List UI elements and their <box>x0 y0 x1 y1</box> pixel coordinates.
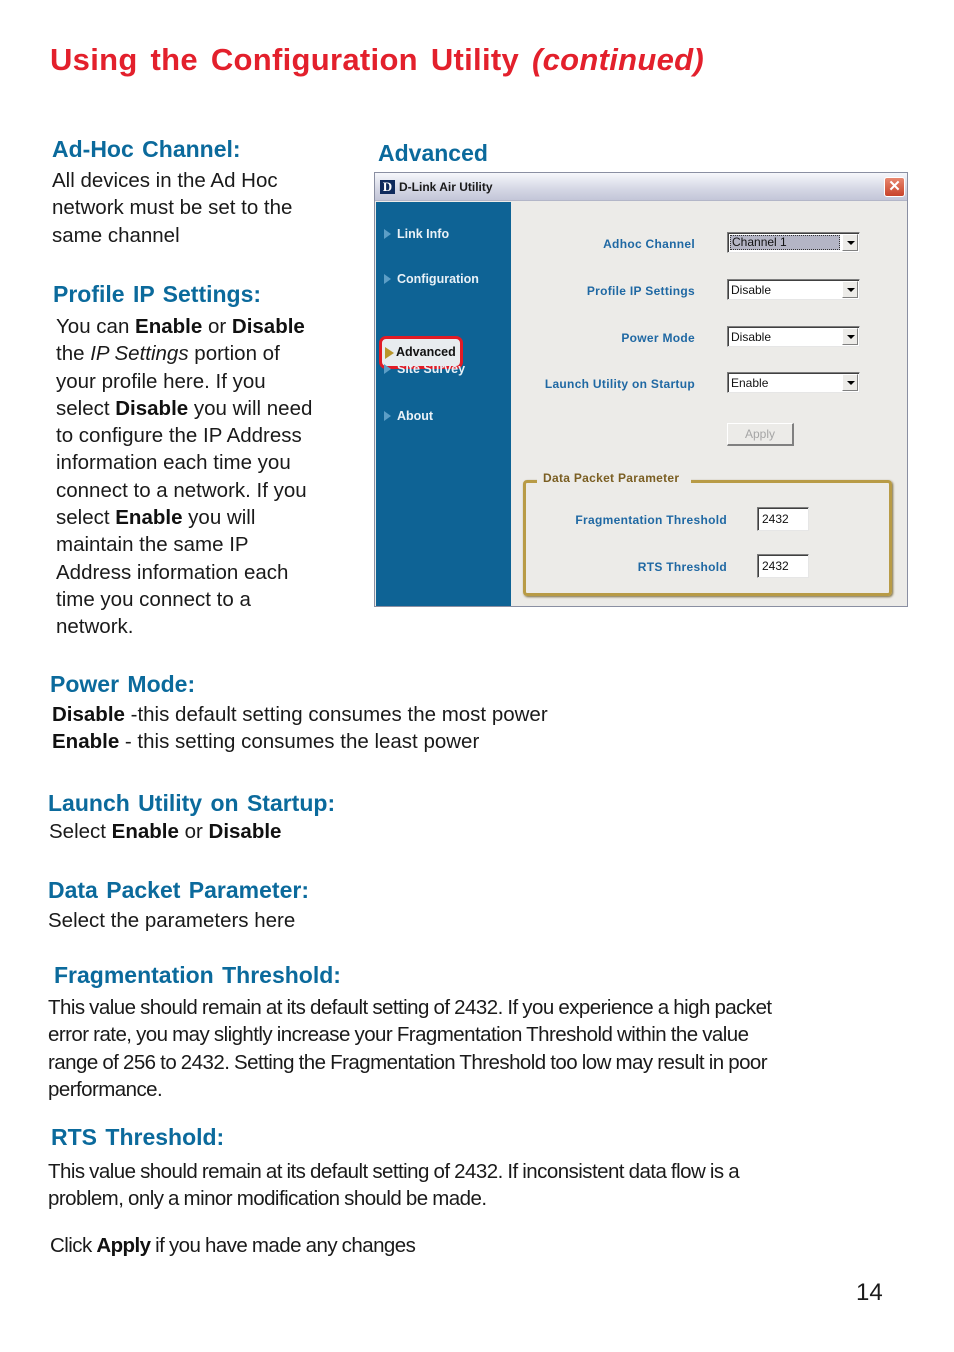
profile-ip-label: Profile IP Settings <box>586 284 695 298</box>
chevron-down-icon[interactable] <box>842 328 858 345</box>
text-line: your profile here. If you <box>56 369 266 393</box>
rts-input[interactable]: 2432 <box>757 554 809 578</box>
profile-ip-select[interactable]: Disable <box>727 279 860 300</box>
text-line: error rate, you may slightly increase yo… <box>48 1023 749 1047</box>
text-line: Address information each <box>56 560 289 584</box>
chevron-down-icon[interactable] <box>842 234 858 251</box>
data-packet-heading: Data Packet Parameter: <box>48 877 309 903</box>
text-line: select Enable you will <box>56 506 256 530</box>
select-value: Enable <box>731 376 769 390</box>
sidebar-item-site-survey[interactable]: Site Survey <box>384 362 465 376</box>
sidebar-item-label: Configuration <box>397 272 479 286</box>
adhoc-channel-label: Adhoc Channel <box>603 237 695 251</box>
triangle-right-icon <box>384 274 391 284</box>
page-number: 14 <box>856 1279 883 1306</box>
sidebar: Link Info Configuration Advanced Site Su… <box>376 202 511 606</box>
page-title: Using the Configuration Utility (continu… <box>50 42 704 78</box>
fragmentation-heading: Fragmentation Threshold: <box>54 962 341 988</box>
launch-startup-label: Launch Utility on Startup <box>544 377 695 391</box>
text-line: You can Enable or Disable <box>56 315 305 338</box>
adhoc-channel-select[interactable]: Channel 1 <box>727 232 860 253</box>
data-packet-group-title: Data Packet Parameter <box>537 471 692 485</box>
window-titlebar: D D-Link Air Utility ✕ <box>375 173 907 201</box>
text-line: time you connect to a <box>56 587 251 611</box>
power-mode-select[interactable]: Disable <box>727 326 860 347</box>
fragmentation-label: Fragmentation Threshold <box>575 513 727 527</box>
apply-button[interactable]: Apply <box>727 423 794 446</box>
triangle-right-icon <box>384 411 391 421</box>
triangle-right-icon <box>384 229 391 239</box>
rts-heading: RTS Threshold: <box>51 1124 225 1150</box>
chevron-down-icon[interactable] <box>842 374 858 391</box>
profile-ip-heading: Profile IP Settings: <box>53 281 262 307</box>
select-value: Disable <box>731 330 772 344</box>
select-value: Channel 1 <box>730 235 840 250</box>
window-title: D-Link Air Utility <box>399 180 493 194</box>
text-line: This value should remain at its default … <box>48 1160 740 1183</box>
launch-startup-select[interactable]: Enable <box>727 372 860 393</box>
sidebar-item-label: Site Survey <box>397 362 466 376</box>
sidebar-item-label: About <box>397 409 434 423</box>
text-line: information each time you <box>56 451 291 475</box>
screenshot-caption: Advanced <box>378 140 488 166</box>
fragmentation-text: This value should remain at its default … <box>48 994 772 1103</box>
dlink-logo-icon: D <box>380 180 395 194</box>
sidebar-item-link-info[interactable]: Link Info <box>384 227 449 241</box>
text-line: problem, only a minor modification shoul… <box>48 1187 487 1211</box>
text-line: This value should remain at its default … <box>48 996 772 1019</box>
launch-heading: Launch Utility on Startup: <box>48 790 336 816</box>
triangle-right-icon <box>384 364 391 374</box>
text-line: All devices in the Ad Hoc <box>52 169 278 192</box>
rts-text: This value should remain at its default … <box>48 1158 740 1213</box>
apply-note: Click Apply if you have made any changes <box>50 1234 416 1257</box>
chevron-down-icon[interactable] <box>842 281 858 298</box>
text-line: network. <box>56 615 134 639</box>
triangle-right-icon <box>385 347 394 359</box>
data-packet-text: Select the parameters here <box>48 909 296 932</box>
sidebar-item-label: Link Info <box>397 227 450 241</box>
text-line: range of 256 to 2432. Setting the Fragme… <box>48 1050 768 1074</box>
sidebar-item-about[interactable]: About <box>384 409 433 423</box>
text-line: the IP Settings portion of <box>56 342 280 366</box>
data-packet-group <box>523 480 892 596</box>
page-title-main: Using the Configuration Utility <box>50 42 520 77</box>
launch-text: Select Enable or Disable <box>49 820 282 843</box>
select-value: Disable <box>731 283 772 297</box>
sidebar-item-configuration[interactable]: Configuration <box>384 272 479 286</box>
text-line: same channel <box>52 223 180 247</box>
sidebar-item-label: Advanced <box>396 345 456 359</box>
text-line: Enable - this setting consumes the least… <box>52 730 480 754</box>
power-mode-label: Power Mode <box>621 331 695 345</box>
adhoc-text: All devices in the Ad Hoc network must b… <box>52 167 292 249</box>
close-button[interactable]: ✕ <box>884 177 905 197</box>
text-line: Disable -this default setting consumes t… <box>52 703 548 726</box>
text-line: network must be set to the <box>52 196 293 220</box>
page-title-suffix: (continued) <box>531 42 705 77</box>
rts-label: RTS Threshold <box>637 560 727 574</box>
utility-window: D D-Link Air Utility ✕ Link Info Configu… <box>374 172 908 607</box>
power-mode-text: Disable -this default setting consumes t… <box>52 701 548 756</box>
text-line: select Disable you will need <box>56 396 313 420</box>
profile-ip-text: You can Enable or Disable the IP Setting… <box>56 313 312 641</box>
text-line: maintain the same IP <box>56 533 249 557</box>
text-line: performance. <box>48 1077 163 1101</box>
text-line: to configure the IP Address <box>56 424 302 448</box>
text-line: connect to a network. If you <box>56 478 307 502</box>
fragmentation-input[interactable]: 2432 <box>757 507 809 531</box>
adhoc-heading: Ad-Hoc Channel: <box>52 136 241 162</box>
power-mode-heading: Power Mode: <box>50 671 196 697</box>
